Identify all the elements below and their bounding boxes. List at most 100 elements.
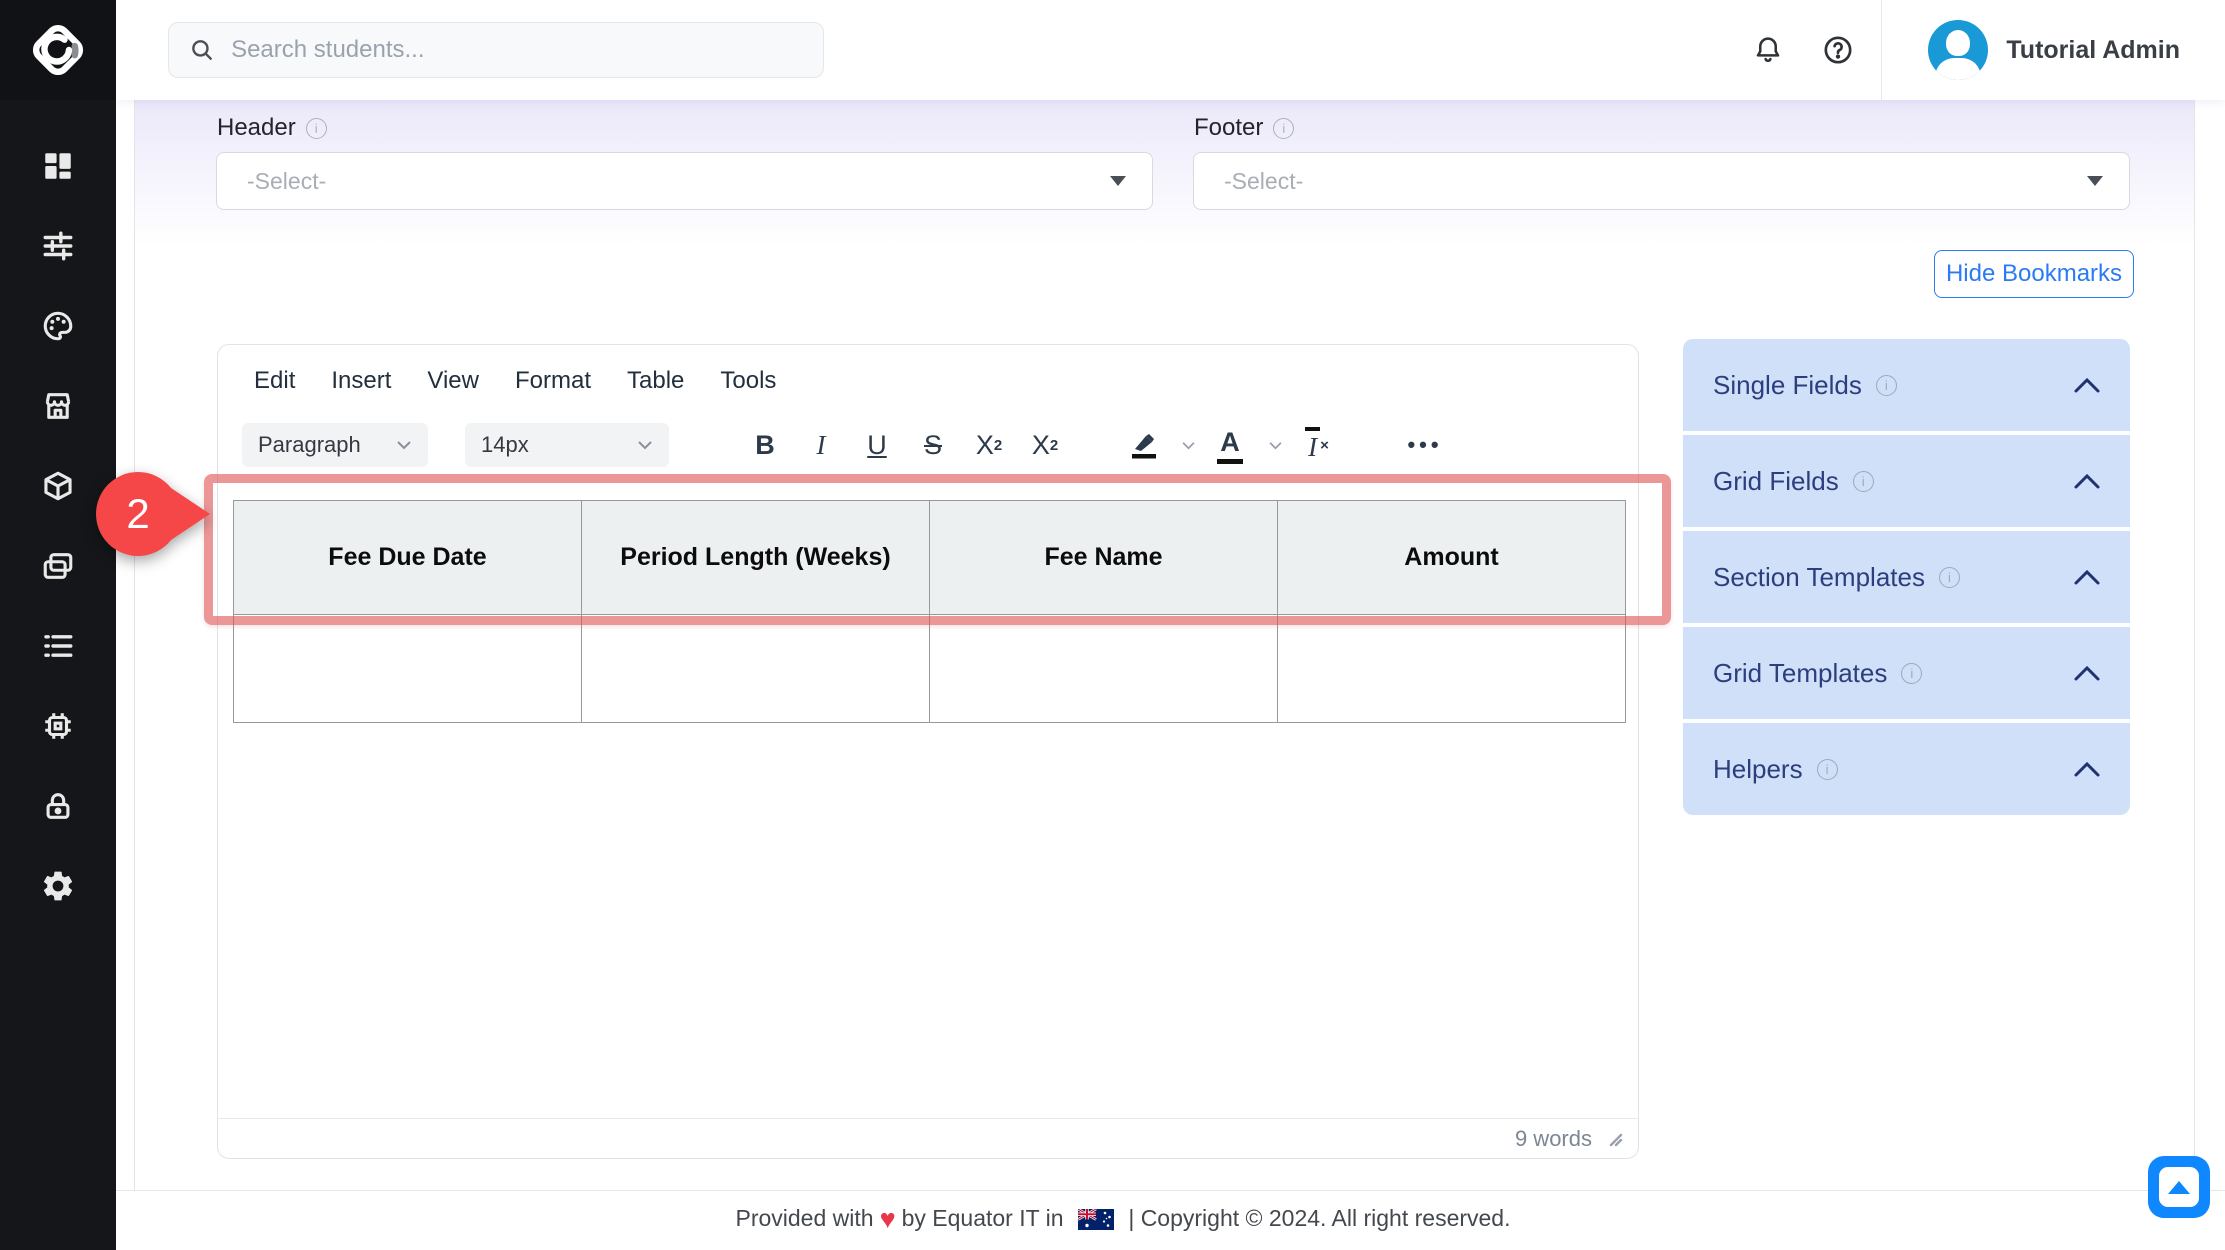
palette-icon (41, 309, 75, 343)
col-amount[interactable]: Amount (1278, 501, 1626, 615)
avatar[interactable] (1928, 20, 1988, 80)
word-count: 9 words (1515, 1126, 1592, 1152)
sidebar-item-security[interactable] (0, 766, 116, 846)
strikethrough-button[interactable]: S (913, 430, 953, 461)
app-root: Tutorial Admin Header i -Select- Footer … (0, 0, 2225, 1250)
content-right-border (2194, 100, 2195, 1190)
col-fee-due-date[interactable]: Fee Due Date (234, 501, 582, 615)
menu-format[interactable]: Format (515, 367, 591, 395)
menu-table[interactable]: Table (627, 367, 684, 395)
sidebar (0, 0, 116, 1250)
sidebar-item-theme[interactable] (0, 286, 116, 366)
footer-divider (116, 1190, 2225, 1191)
hide-bookmarks-button[interactable]: Hide Bookmarks (1934, 250, 2134, 298)
lock-icon (41, 789, 75, 823)
font-size-select[interactable]: 14px (465, 423, 669, 467)
table-row (234, 615, 1626, 723)
page-footer: Provided with♥by Equator IT in | Copyrig… (116, 1204, 2130, 1235)
content-left-border (134, 100, 135, 1190)
header-field-label: Header i (217, 114, 327, 142)
notifications-button[interactable] (1733, 0, 1803, 100)
sidebar-item-dashboard[interactable] (0, 126, 116, 206)
header-info-icon[interactable]: i (306, 118, 327, 139)
sidebar-item-preferences[interactable] (0, 206, 116, 286)
resize-handle[interactable] (1606, 1130, 1624, 1148)
panel-section-section-templates[interactable]: Section Templates i (1683, 531, 2130, 623)
panel-section-grid-fields[interactable]: Grid Fields i (1683, 435, 2130, 527)
superscript-button[interactable]: X2 (1025, 430, 1065, 461)
more-tools-button[interactable]: ••• (1405, 432, 1445, 458)
sidebar-item-store[interactable] (0, 366, 116, 446)
chip-icon (41, 709, 75, 743)
search-input[interactable] (231, 36, 803, 64)
subscript-button[interactable]: X2 (969, 430, 1009, 461)
chevron-down-icon (637, 440, 653, 450)
info-icon[interactable]: i (1817, 759, 1838, 780)
help-icon (1821, 33, 1855, 67)
panel-section-helpers[interactable]: Helpers i (1683, 723, 2130, 815)
chevron-up-icon[interactable] (2074, 570, 2100, 585)
footer-select[interactable]: -Select- (1193, 152, 2130, 210)
search-box[interactable] (168, 22, 824, 78)
table-cell[interactable] (1278, 615, 1626, 723)
col-fee-name[interactable]: Fee Name (930, 501, 1278, 615)
sidebar-item-settings[interactable] (0, 846, 116, 926)
editor-statusbar: 9 words (218, 1118, 1638, 1158)
dashboard-icon (41, 149, 75, 183)
header-select[interactable]: -Select- (216, 152, 1153, 210)
paragraph-format-select[interactable]: Paragraph (242, 423, 428, 467)
table-cell[interactable] (930, 615, 1278, 723)
tune-icon (41, 229, 75, 263)
clear-formatting-button[interactable]: I× (1297, 427, 1337, 464)
panel-section-grid-templates[interactable]: Grid Templates i (1683, 627, 2130, 719)
menu-edit[interactable]: Edit (254, 367, 295, 395)
arrow-up-icon (2168, 1181, 2190, 1194)
rich-text-editor: Edit Insert View Format Table Tools Para… (217, 344, 1639, 1159)
chevron-up-icon[interactable] (2074, 378, 2100, 393)
storefront-icon (41, 389, 75, 423)
table-cell[interactable] (234, 615, 582, 723)
app-logo[interactable] (0, 0, 116, 100)
col-period-length[interactable]: Period Length (Weeks) (582, 501, 930, 615)
fields-panel: Single Fields i Grid Fields i Section Te… (1683, 339, 2130, 815)
scroll-to-top-button[interactable] (2148, 1156, 2210, 1218)
menu-view[interactable]: View (427, 367, 479, 395)
highlight-color-menu[interactable] (1181, 441, 1196, 450)
annotation-step-number: 2 (92, 466, 184, 562)
underline-button[interactable]: U (857, 430, 897, 461)
highlight-color-button[interactable] (1123, 429, 1163, 461)
chevron-up-icon[interactable] (2074, 474, 2100, 489)
bold-button[interactable]: B (745, 430, 785, 461)
footer-field-label: Footer i (1194, 114, 1294, 142)
editor-menubar: Edit Insert View Format Table Tools (254, 367, 776, 395)
info-icon[interactable]: i (1876, 375, 1897, 396)
menu-tools[interactable]: Tools (720, 367, 776, 395)
info-icon[interactable]: i (1853, 471, 1874, 492)
italic-button[interactable]: I (801, 430, 841, 461)
header-divider (1881, 0, 1882, 100)
resize-grip-icon (1606, 1130, 1624, 1148)
menu-insert[interactable]: Insert (331, 367, 391, 395)
panel-section-single-fields[interactable]: Single Fields i (1683, 339, 2130, 431)
sidebar-item-lists[interactable] (0, 606, 116, 686)
help-button[interactable] (1803, 0, 1873, 100)
footer-info-icon[interactable]: i (1273, 118, 1294, 139)
chevron-up-icon[interactable] (2074, 762, 2100, 777)
text-color-menu[interactable] (1268, 441, 1283, 450)
bell-icon (1752, 34, 1784, 66)
australia-flag-icon (1078, 1209, 1114, 1230)
search-icon (189, 36, 215, 64)
info-icon[interactable]: i (1901, 663, 1922, 684)
chevron-down-icon (1268, 441, 1283, 450)
table-cell[interactable] (582, 615, 930, 723)
text-color-button[interactable]: A (1210, 427, 1250, 464)
user-name[interactable]: Tutorial Admin (2006, 36, 2180, 65)
chevron-up-icon[interactable] (2074, 666, 2100, 681)
top-header: Tutorial Admin (116, 0, 2225, 100)
info-icon[interactable]: i (1939, 567, 1960, 588)
gear-icon (40, 868, 76, 904)
chevron-down-icon (396, 440, 412, 450)
fee-schedule-table[interactable]: Fee Due Date Period Length (Weeks) Fee N… (233, 500, 1626, 723)
copies-icon (41, 549, 75, 583)
sidebar-item-integrations[interactable] (0, 686, 116, 766)
